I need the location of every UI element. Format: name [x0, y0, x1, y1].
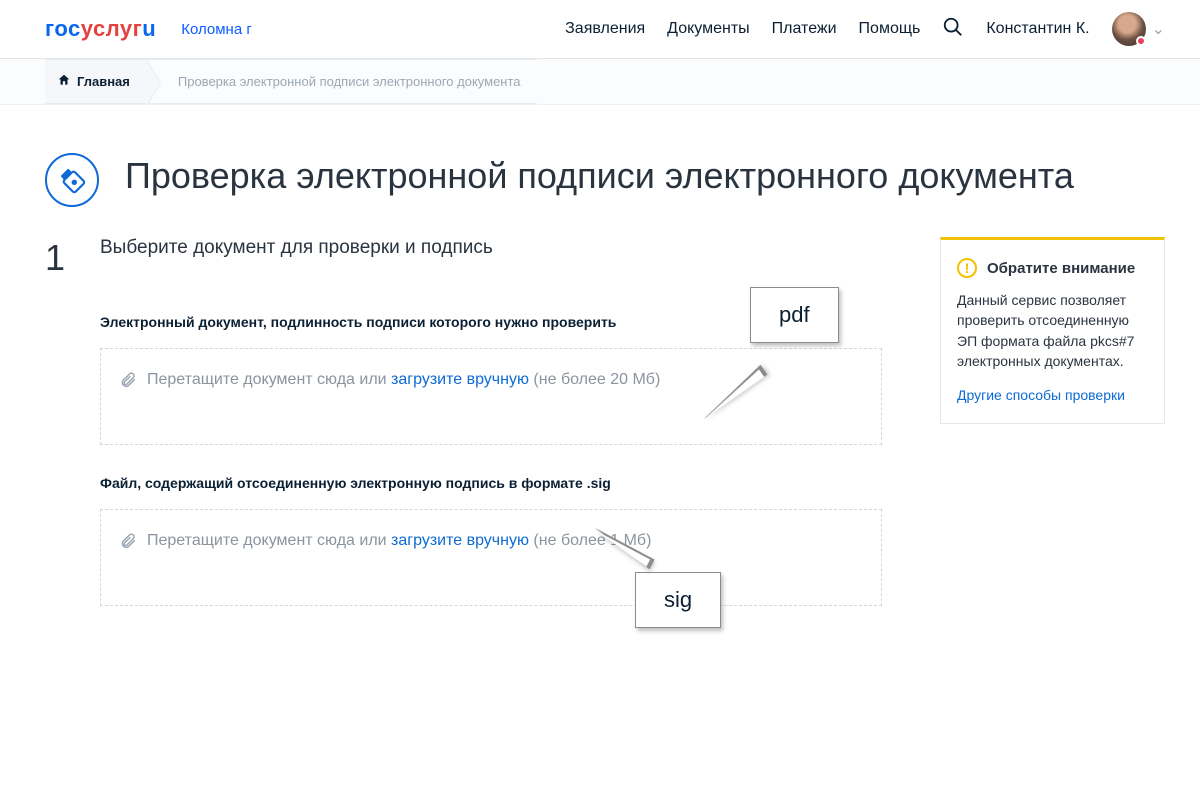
notification-dot-icon — [1136, 36, 1146, 46]
upload-document-link[interactable]: загрузите вручную — [391, 371, 529, 388]
dropzone-signature-text: Перетащите документ сюда или загрузите в… — [147, 532, 651, 550]
top-nav: Заявления Документы Платежи Помощь Конст… — [565, 12, 1165, 46]
paperclip-icon — [119, 532, 137, 555]
dropzone-document[interactable]: Перетащите документ сюда или загрузите в… — [100, 348, 882, 445]
notice-header: ! Обратите внимание — [957, 258, 1148, 278]
paperclip-icon — [119, 371, 137, 394]
dropzone-document-hint: (не более 20 Мб) — [529, 371, 660, 388]
step-number: 1 — [45, 237, 100, 279]
breadcrumb-home-label: Главная — [77, 74, 130, 89]
logo-part-uslugi: услуг — [81, 16, 143, 42]
notice-body: Данный сервис позволяет проверить отсоед… — [957, 290, 1148, 371]
avatar — [1112, 12, 1146, 46]
breadcrumb-current: Проверка электронной подписи электронног… — [146, 59, 537, 104]
page-title-col: Проверка электронной подписи электронног… — [125, 153, 1074, 207]
sidebar: ! Обратите внимание Данный сервис позвол… — [940, 237, 1165, 424]
other-methods-link[interactable]: Другие способы проверки — [957, 387, 1125, 403]
dropzone-document-text: Перетащите документ сюда или загрузите в… — [147, 371, 660, 389]
page-icon-col — [45, 153, 125, 207]
breadcrumb-home[interactable]: Главная — [45, 59, 146, 104]
form: Выберите документ для проверки и подпись… — [100, 237, 882, 636]
breadcrumb: Главная Проверка электронной подписи эле… — [0, 59, 1200, 105]
notice-box: ! Обратите внимание Данный сервис позвол… — [940, 237, 1165, 424]
warning-icon: ! — [957, 258, 977, 278]
home-icon — [57, 73, 71, 90]
step-number-col: 1 — [45, 237, 100, 279]
annotation-sig-label: sig — [664, 587, 692, 612]
dropzone-signature[interactable]: Перетащите документ сюда или загрузите в… — [100, 509, 882, 606]
usb-key-icon — [34, 142, 110, 218]
page-title-row: Проверка электронной подписи электронног… — [0, 105, 1200, 207]
field-signature-label: Файл, содержащий отсоединенную электронн… — [100, 475, 882, 491]
user-menu[interactable]: ⌄ — [1112, 12, 1165, 46]
nav-documents[interactable]: Документы — [667, 20, 749, 38]
header: госуслугu Коломна г Заявления Документы … — [0, 0, 1200, 59]
nav-applications[interactable]: Заявления — [565, 20, 645, 38]
upload-signature-link[interactable]: загрузите вручную — [391, 532, 529, 549]
logo-part-u: u — [142, 16, 156, 42]
notice-title: Обратите внимание — [987, 260, 1135, 277]
dropzone-document-drag: Перетащите документ сюда или — [147, 371, 391, 388]
chevron-down-icon: ⌄ — [1152, 19, 1165, 39]
logo[interactable]: госуслугu — [45, 16, 156, 42]
city-selector[interactable]: Коломна г — [181, 21, 252, 38]
nav-help[interactable]: Помощь — [859, 20, 921, 38]
annotation-sig: sig — [635, 572, 721, 628]
field-signature: Файл, содержащий отсоединенную электронн… — [100, 475, 882, 606]
annotation-pdf-label: pdf — [779, 302, 810, 327]
search-icon[interactable] — [942, 16, 964, 43]
logo-part-gos: гос — [45, 16, 81, 42]
dropzone-signature-drag: Перетащите документ сюда или — [147, 532, 391, 549]
content: 1 Выберите документ для проверки и подпи… — [0, 207, 1200, 636]
username[interactable]: Константин К. — [986, 20, 1089, 38]
nav-payments[interactable]: Платежи — [772, 20, 837, 38]
page-title: Проверка электронной подписи электронног… — [125, 153, 1074, 198]
annotation-pdf: pdf — [750, 287, 839, 343]
step-title: Выберите документ для проверки и подпись — [100, 237, 882, 259]
breadcrumb-current-label: Проверка электронной подписи электронног… — [158, 74, 521, 89]
